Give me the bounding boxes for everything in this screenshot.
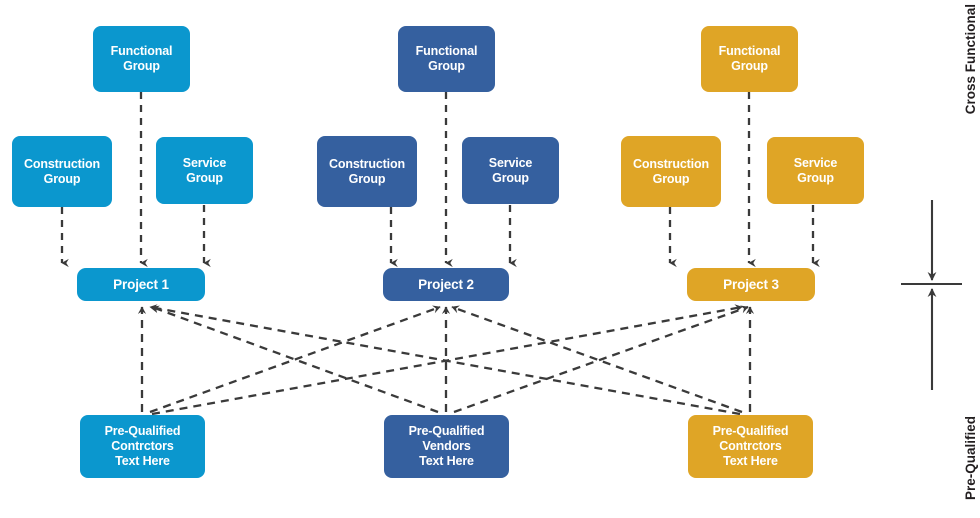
node-label: Pre-Qualified Contrctors Text Here	[712, 424, 789, 468]
node-label: Functional Group	[110, 44, 173, 73]
node-label: Project 3	[723, 276, 779, 292]
node-label: Construction Group	[633, 156, 709, 186]
node-label: Construction Group	[329, 156, 405, 186]
node-label: Service Group	[182, 155, 227, 185]
construction-group-box-3[interactable]: Construction Group	[621, 136, 721, 207]
construction-group-box-1[interactable]: Construction Group	[12, 136, 112, 207]
project-box-1[interactable]: Project 1	[77, 268, 205, 301]
scope-divider-axis	[901, 200, 962, 390]
scope-label-bottom: Pre-Qualified External Agencies	[963, 415, 978, 500]
node-label: Project 1	[113, 276, 169, 292]
node-label: Pre-Qualified Contrctors Text Here	[104, 424, 181, 468]
project-box-2[interactable]: Project 2	[383, 268, 509, 301]
node-label: Functional Group	[415, 44, 478, 73]
project-box-3[interactable]: Project 3	[687, 268, 815, 301]
construction-group-box-2[interactable]: Construction Group	[317, 136, 417, 207]
agency-box-2[interactable]: Pre-Qualified Vendors Text Here	[384, 415, 509, 478]
functional-group-box-1[interactable]: Functional Group	[93, 26, 190, 92]
functional-group-box-2[interactable]: Functional Group	[398, 26, 495, 92]
service-group-box-2[interactable]: Service Group	[462, 137, 559, 204]
node-label: Functional Group	[718, 44, 781, 73]
diagram-canvas: Functional Group Construction Group Serv…	[0, 0, 980, 518]
service-group-box-3[interactable]: Service Group	[767, 137, 864, 204]
service-group-box-1[interactable]: Service Group	[156, 137, 253, 204]
agency-to-project-edges	[137, 304, 755, 416]
node-label: Project 2	[418, 276, 474, 292]
agency-box-1[interactable]: Pre-Qualified Contrctors Text Here	[80, 415, 205, 478]
node-label: Pre-Qualified Vendors Text Here	[408, 424, 485, 468]
agency-box-3[interactable]: Pre-Qualified Contrctors Text Here	[688, 415, 813, 478]
functional-group-box-3[interactable]: Functional Group	[701, 26, 798, 92]
node-label: Service Group	[488, 155, 533, 185]
node-label: Construction Group	[24, 156, 100, 186]
node-label: Service Group	[793, 155, 838, 185]
scope-label-top: Cross Functional Owner's Project Group	[963, 4, 978, 115]
